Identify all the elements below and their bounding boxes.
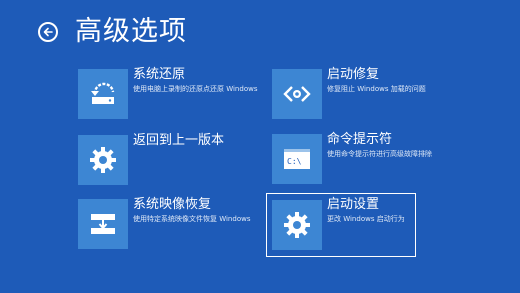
page-title: 高级选项 <box>75 16 187 47</box>
option-name: 启动修复 <box>327 67 380 82</box>
option-go-back[interactable]: 返回到上一版本 <box>78 133 278 197</box>
option-system-restore[interactable]: 系统还原 使用电脑上录制的还原点还原 Windows <box>78 67 278 131</box>
option-name: 返回到上一版本 <box>133 133 225 148</box>
code-brackets-icon <box>272 69 322 119</box>
drive-restore-icon <box>78 199 128 249</box>
option-description: 更改 Windows 启动行为 <box>327 215 405 223</box>
option-system-image-recovery[interactable]: 系统映像恢复 使用特定系统映像文件恢复 Windows <box>78 197 278 261</box>
svg-text:C:\: C:\ <box>287 157 302 166</box>
gear-icon <box>272 200 322 250</box>
restore-icon <box>78 69 128 119</box>
option-name: 启动设置 <box>327 197 380 212</box>
option-name: 命令提示符 <box>327 132 393 147</box>
option-startup-settings[interactable]: 启动设置 更改 Windows 启动行为 <box>266 193 416 257</box>
option-description: 使用特定系统映像文件恢复 Windows <box>133 215 251 223</box>
back-button[interactable] <box>38 22 58 42</box>
option-command-prompt[interactable]: C:\ 命令提示符 使用命令提示符进行高级故障排除 <box>272 132 472 196</box>
option-name: 系统还原 <box>133 67 186 82</box>
option-name: 系统映像恢复 <box>133 197 212 212</box>
option-startup-repair[interactable]: 启动修复 修复阻止 Windows 加载的问题 <box>272 67 472 131</box>
gear-icon <box>78 135 128 185</box>
command-prompt-icon: C:\ <box>272 134 322 184</box>
back-arrow-icon <box>43 27 53 37</box>
option-description: 修复阻止 Windows 加载的问题 <box>327 85 426 93</box>
option-description: 使用电脑上录制的还原点还原 Windows <box>133 85 258 93</box>
option-description: 使用命令提示符进行高级故障排除 <box>327 150 432 158</box>
